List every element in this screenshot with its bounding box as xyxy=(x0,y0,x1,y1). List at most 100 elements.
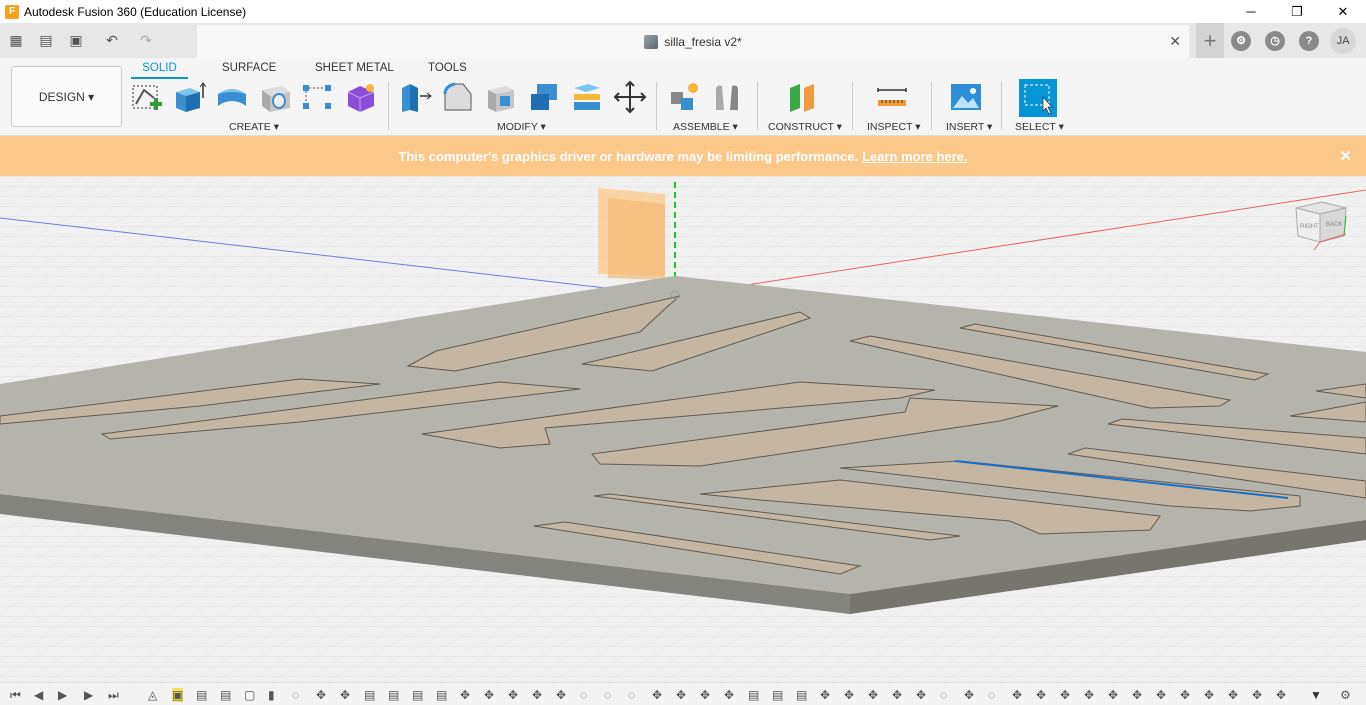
timeline-feature-icon[interactable]: ◬ xyxy=(148,688,157,702)
offset-plane-icon[interactable] xyxy=(786,80,820,114)
timeline-feature-icon[interactable]: ✥ xyxy=(724,688,734,702)
insert-image-icon[interactable] xyxy=(949,80,983,114)
timeline-feature-icon[interactable]: ▢ xyxy=(244,688,255,702)
create-sketch-icon[interactable] xyxy=(130,80,164,114)
timeline-feature-icon[interactable]: ✥ xyxy=(676,688,686,702)
insert-group-label[interactable]: INSERT ▾ xyxy=(946,121,992,133)
timeline-feature-icon[interactable]: ✥ xyxy=(1228,688,1238,702)
timeline-feature-icon[interactable]: ◌ xyxy=(580,688,587,702)
help-icon[interactable]: ? xyxy=(1299,30,1319,51)
timeline-feature-icon[interactable]: ▤ xyxy=(436,688,447,702)
construct-group-label[interactable]: CONSTRUCT ▾ xyxy=(768,121,842,133)
timeline-feature-icon[interactable]: ◌ xyxy=(292,688,299,702)
move-copy-icon[interactable] xyxy=(613,80,647,114)
timeline-feature-icon[interactable]: ✥ xyxy=(916,688,926,702)
timeline-next-icon[interactable]: ▶ xyxy=(84,688,93,702)
split-body-icon[interactable] xyxy=(570,80,604,114)
timeline-feature-icon[interactable]: ✥ xyxy=(1204,688,1214,702)
timeline-feature-icon[interactable]: ✥ xyxy=(1180,688,1190,702)
timeline-feature-icon[interactable]: ✥ xyxy=(964,688,974,702)
timeline-feature-icon[interactable]: ✥ xyxy=(532,688,542,702)
timeline-feature-icon[interactable]: ▤ xyxy=(412,688,423,702)
new-component-icon[interactable] xyxy=(667,80,701,114)
timeline-feature-icon[interactable]: ✥ xyxy=(820,688,830,702)
shell-icon[interactable] xyxy=(484,80,518,114)
timeline-feature-icon[interactable]: ✥ xyxy=(1132,688,1142,702)
timeline-play-icon[interactable]: ▶ xyxy=(58,688,67,702)
tab-sheet-metal[interactable]: SHEET METAL xyxy=(315,60,394,76)
timeline-feature-icon[interactable]: ✥ xyxy=(1252,688,1262,702)
timeline-feature-icon[interactable]: ◌ xyxy=(604,688,611,702)
timeline-feature-icon[interactable]: ▤ xyxy=(364,688,375,702)
fillet-icon[interactable] xyxy=(441,80,475,114)
timeline-feature-icon[interactable]: ✥ xyxy=(868,688,878,702)
timeline-feature-icon[interactable]: ✥ xyxy=(340,688,350,702)
close-window-button[interactable]: ✕ xyxy=(1320,0,1366,23)
tab-tools[interactable]: TOOLS xyxy=(428,60,467,76)
hole-icon[interactable] xyxy=(258,80,292,114)
timeline-marker-icon[interactable]: ▼ xyxy=(1310,688,1322,702)
timeline-feature-icon[interactable]: ◌ xyxy=(940,688,947,702)
pattern-icon[interactable] xyxy=(300,80,334,114)
timeline-feature-icon[interactable]: ✥ xyxy=(700,688,710,702)
file-menu-icon[interactable]: ▤ xyxy=(29,26,63,56)
timeline-feature-icon[interactable]: ◌ xyxy=(628,688,635,702)
create-form-icon[interactable] xyxy=(344,80,378,114)
revolve-icon[interactable] xyxy=(215,80,249,114)
timeline-feature-icon[interactable]: ✥ xyxy=(652,688,662,702)
minimize-button[interactable]: ─ xyxy=(1228,0,1274,23)
assemble-group-label[interactable]: ASSEMBLE ▾ xyxy=(673,121,738,133)
restore-button[interactable]: ❐ xyxy=(1274,0,1320,23)
timeline-feature-icon[interactable]: ✥ xyxy=(556,688,566,702)
timeline-feature-icon[interactable]: ✥ xyxy=(1156,688,1166,702)
select-tool-icon[interactable] xyxy=(1019,79,1057,117)
timeline-feature-icon[interactable]: ✥ xyxy=(1108,688,1118,702)
timeline-feature-icon[interactable]: ✥ xyxy=(1060,688,1070,702)
timeline-feature-icon[interactable]: ▤ xyxy=(196,688,207,702)
timeline-feature-icon[interactable]: ✥ xyxy=(460,688,470,702)
timeline-feature-icon[interactable]: ✥ xyxy=(844,688,854,702)
timeline-feature-icon[interactable]: ✥ xyxy=(1084,688,1094,702)
workspace-switcher[interactable]: DESIGN ▾ xyxy=(11,66,122,127)
timeline-feature-icon[interactable]: ▤ xyxy=(220,688,231,702)
close-document-icon[interactable]: ✕ xyxy=(1169,33,1181,50)
tab-surface[interactable]: SURFACE xyxy=(222,60,276,76)
timeline-settings-icon[interactable]: ⚙ xyxy=(1340,688,1351,702)
3d-viewport[interactable]: RIGHT BACK xyxy=(0,176,1366,682)
timeline-feature-icon[interactable]: ✥ xyxy=(1276,688,1286,702)
tab-solid[interactable]: SOLID xyxy=(131,60,188,79)
timeline-feature-icon[interactable]: ▤ xyxy=(796,688,807,702)
timeline-feature-icon[interactable]: ▣ xyxy=(172,688,184,702)
timeline-feature-icon[interactable]: ✥ xyxy=(484,688,494,702)
user-avatar[interactable]: JA xyxy=(1330,27,1356,54)
timeline-feature-icon[interactable]: ▤ xyxy=(388,688,399,702)
extrude-icon[interactable] xyxy=(172,80,206,114)
joint-icon[interactable] xyxy=(710,80,744,114)
timeline-feature-icon[interactable]: ▤ xyxy=(748,688,759,702)
timeline-feature-icon[interactable]: ✥ xyxy=(508,688,518,702)
timeline-first-icon[interactable]: ⏮ xyxy=(10,688,21,703)
create-group-label[interactable]: CREATE ▾ xyxy=(229,121,279,133)
timeline-feature-icon[interactable]: ✥ xyxy=(1012,688,1022,702)
timeline-feature-icon[interactable]: ✥ xyxy=(316,688,326,702)
timeline-prev-icon[interactable]: ◀ xyxy=(34,688,43,702)
job-status-icon[interactable]: ◷ xyxy=(1265,30,1285,51)
learn-more-link[interactable]: Learn more here. xyxy=(862,149,968,164)
close-banner-icon[interactable]: ✕ xyxy=(1339,147,1352,165)
extensions-icon[interactable]: ⚙ xyxy=(1231,30,1251,51)
redo-icon[interactable]: ↷ xyxy=(129,26,163,56)
combine-icon[interactable] xyxy=(527,80,561,114)
press-pull-icon[interactable] xyxy=(398,80,432,114)
new-tab-button[interactable]: + xyxy=(1196,23,1224,58)
undo-icon[interactable]: ↶ xyxy=(95,26,129,56)
inspect-group-label[interactable]: INSPECT ▾ xyxy=(867,121,921,133)
timeline-feature-icon[interactable]: ✥ xyxy=(892,688,902,702)
measure-icon[interactable] xyxy=(875,80,909,114)
data-panel-grid-icon[interactable]: ▦ xyxy=(3,26,29,56)
timeline-feature-icon[interactable]: ✥ xyxy=(1036,688,1046,702)
timeline-last-icon[interactable]: ⏭ xyxy=(108,688,119,703)
select-group-label[interactable]: SELECT ▾ xyxy=(1015,121,1064,133)
modify-group-label[interactable]: MODIFY ▾ xyxy=(497,121,546,133)
timeline-feature-icon[interactable]: ▤ xyxy=(772,688,783,702)
timeline-feature-icon[interactable]: ◌ xyxy=(988,688,995,702)
